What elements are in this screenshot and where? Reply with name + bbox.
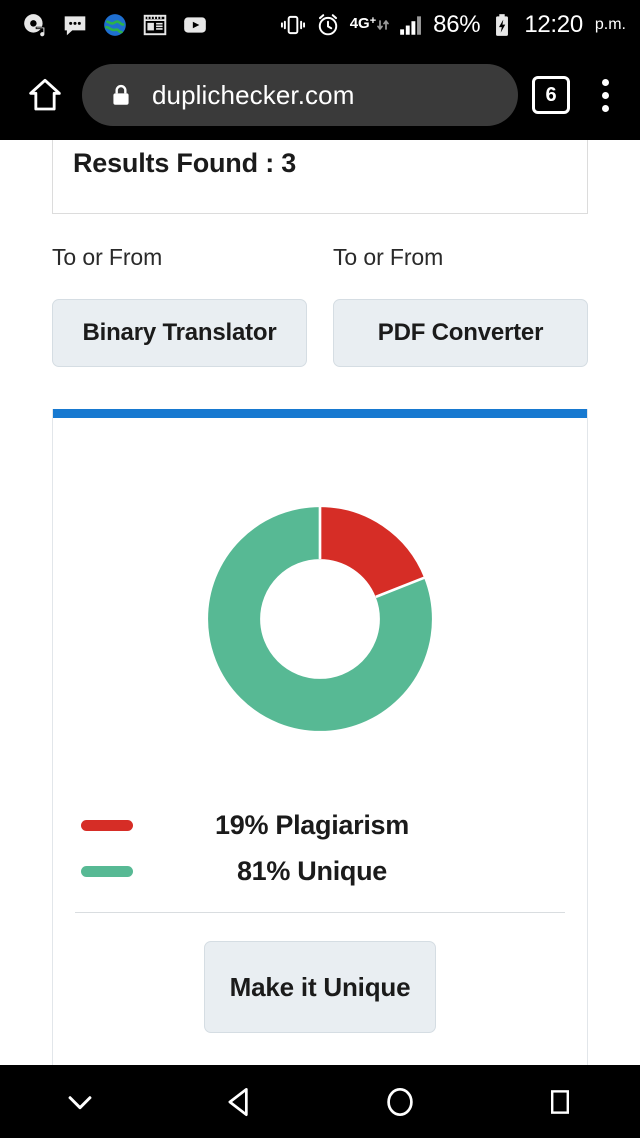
home-button-nav[interactable] bbox=[320, 1083, 480, 1121]
collapse-keyboard-button[interactable] bbox=[0, 1085, 160, 1119]
home-icon bbox=[387, 1087, 413, 1116]
alarm-clock-icon bbox=[318, 14, 337, 36]
clock-label: 12:20 bbox=[524, 11, 583, 38]
status-bar: 4G + 86% 12:20 p.m. bbox=[0, 0, 640, 50]
tab-count-button[interactable]: 6 bbox=[532, 76, 570, 114]
donut-chart-svg bbox=[208, 505, 432, 731]
collapse-keyboard-icon bbox=[68, 1095, 92, 1109]
card-accent-bar bbox=[53, 409, 587, 418]
vibrate-icon bbox=[280, 15, 305, 35]
kebab-dot-2 bbox=[601, 91, 609, 99]
pdf-converter-button[interactable]: PDF Converter bbox=[333, 299, 588, 367]
url-bar[interactable]: duplichecker.com bbox=[82, 64, 518, 126]
legend-label-unique: 81% Unique bbox=[236, 855, 388, 886]
chart-legend: 19% Plagiarism 81% Unique bbox=[53, 802, 587, 894]
legend-label-plagiarism: 19% Plagiarism bbox=[215, 809, 409, 840]
recents-icon bbox=[551, 1089, 569, 1114]
tool-column-binary-translator: To or From Binary Translator bbox=[52, 244, 307, 367]
news-icon bbox=[143, 14, 167, 36]
url-text: duplichecker.com bbox=[152, 79, 355, 110]
network-type-label: 4G bbox=[349, 15, 370, 32]
home-button[interactable] bbox=[18, 75, 72, 115]
battery-charging-icon bbox=[496, 14, 509, 36]
network-plus-label: + bbox=[369, 15, 377, 27]
globe-icon bbox=[104, 14, 126, 36]
messages-icon bbox=[64, 16, 86, 36]
status-system-icons: 4G + 86% 12:20 p.m. bbox=[280, 11, 640, 39]
legend-swatch-plagiarism bbox=[81, 819, 133, 831]
recents-button[interactable] bbox=[480, 1085, 640, 1119]
browser-toolbar: duplichecker.com 6 bbox=[0, 50, 640, 140]
back-button[interactable] bbox=[160, 1083, 320, 1121]
plagiarism-result-card: 19% Plagiarism 81% Unique Make it Unique bbox=[52, 409, 588, 1065]
android-navigation-bar bbox=[0, 1065, 640, 1138]
home-icon bbox=[29, 78, 61, 111]
tool-label-1: To or From bbox=[52, 244, 163, 270]
phone-screen: 4G + 86% 12:20 p.m. duplichecker.com 6 R… bbox=[0, 0, 640, 1138]
kebab-dot-3 bbox=[601, 104, 609, 112]
signal-bars-icon bbox=[400, 16, 422, 35]
secondary-action-row bbox=[53, 1033, 587, 1065]
results-found-box: Results Found : 3 bbox=[52, 140, 588, 214]
tool-label-2: To or From bbox=[333, 244, 444, 270]
legend-row-unique: 81% Unique bbox=[53, 848, 587, 894]
tools-row: To or From Binary Translator To or From … bbox=[52, 244, 588, 367]
tool-column-pdf-converter: To or From PDF Converter bbox=[333, 244, 588, 367]
legend-row-plagiarism: 19% Plagiarism bbox=[53, 802, 587, 848]
browser-menu-button[interactable] bbox=[590, 78, 620, 112]
tab-count-label: 6 bbox=[545, 83, 557, 106]
binary-translator-button[interactable]: Binary Translator bbox=[52, 299, 307, 367]
make-it-unique-row: Make it Unique bbox=[53, 913, 587, 1033]
lock-icon bbox=[108, 82, 134, 108]
kebab-dot-1 bbox=[601, 78, 609, 86]
youtube-icon bbox=[184, 17, 206, 33]
make-it-unique-button[interactable]: Make it Unique bbox=[204, 941, 436, 1033]
legend-swatch-unique bbox=[81, 865, 133, 877]
music-disc-icon bbox=[24, 14, 46, 38]
status-notification-icons bbox=[0, 12, 208, 38]
back-icon bbox=[228, 1087, 248, 1116]
battery-percent-label: 86% bbox=[433, 11, 481, 38]
webpage-viewport: Results Found : 3 To or From Binary Tran… bbox=[0, 140, 640, 1065]
data-transfer-arrows-icon bbox=[377, 20, 390, 30]
results-found-label: Results Found : 3 bbox=[73, 148, 297, 178]
donut-chart bbox=[53, 418, 587, 740]
clock-ampm-label: p.m. bbox=[594, 16, 626, 33]
network-type-indicator: 4G + bbox=[349, 15, 390, 34]
